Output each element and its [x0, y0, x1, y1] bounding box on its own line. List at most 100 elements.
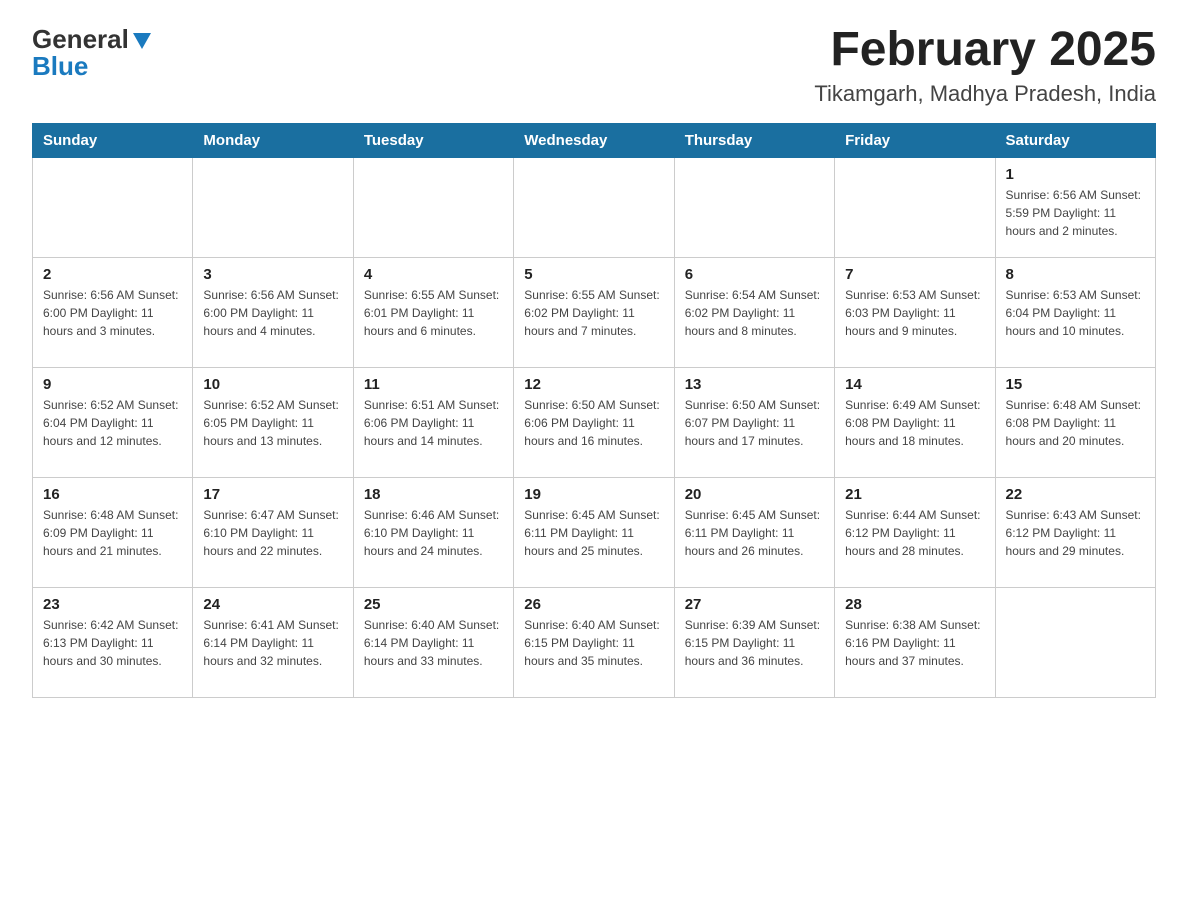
day-info: Sunrise: 6:51 AM Sunset: 6:06 PM Dayligh… — [364, 396, 503, 450]
calendar-week-5: 23 Sunrise: 6:42 AM Sunset: 6:13 PM Dayli… — [33, 587, 1156, 697]
day-info: Sunrise: 6:56 AM Sunset: 6:00 PM Dayligh… — [203, 286, 342, 340]
day-info: Sunrise: 6:50 AM Sunset: 6:06 PM Dayligh… — [524, 396, 663, 450]
day-info: Sunrise: 6:55 AM Sunset: 6:02 PM Dayligh… — [524, 286, 663, 340]
calendar-cell: 19Sunrise: 6:45 AM Sunset: 6:11 PM Dayli… — [514, 477, 674, 587]
day-number: 7 — [845, 266, 984, 283]
calendar-cell: 9 Sunrise: 6:52 AM Sunset: 6:04 PM Daylig… — [33, 367, 193, 477]
calendar-cell: 7 Sunrise: 6:53 AM Sunset: 6:03 PM Daylig… — [835, 257, 995, 367]
calendar-cell: 12 Sunrise: 6:50 AM Sunset: 6:06 PM Dayli… — [514, 367, 674, 477]
calendar-cell — [674, 157, 834, 257]
day-number: 18 — [364, 486, 503, 503]
day-headers-row: Sunday Monday Tuesday Wednesday Thursday… — [33, 123, 1156, 157]
day-number: 13 — [685, 376, 824, 393]
calendar-cell: 4Sunrise: 6:55 AM Sunset: 6:01 PM Daylig… — [353, 257, 513, 367]
day-info: Sunrise: 6:45 AM Sunset: 6:11 PM Dayligh… — [685, 506, 824, 560]
calendar-cell: 21Sunrise: 6:44 AM Sunset: 6:12 PM Dayli… — [835, 477, 995, 587]
header-wednesday: Wednesday — [514, 123, 674, 157]
day-info: Sunrise: 6:44 AM Sunset: 6:12 PM Dayligh… — [845, 506, 984, 560]
calendar-cell — [33, 157, 193, 257]
day-number: 23 — [43, 596, 182, 613]
day-number: 22 — [1006, 486, 1145, 503]
page-title: February 2025 — [814, 24, 1156, 77]
day-info: Sunrise: 6:56 AM Sunset: 6:00 PM Dayligh… — [43, 286, 182, 340]
calendar-cell: 20Sunrise: 6:45 AM Sunset: 6:11 PM Dayli… — [674, 477, 834, 587]
day-number: 11 — [364, 376, 503, 393]
day-info: Sunrise: 6:48 AM Sunset: 6:09 PM Dayligh… — [43, 506, 182, 560]
day-number: 16 — [43, 486, 182, 503]
day-info: Sunrise: 6:40 AM Sunset: 6:15 PM Dayligh… — [524, 616, 663, 670]
calendar-cell: 5 Sunrise: 6:55 AM Sunset: 6:02 PM Daylig… — [514, 257, 674, 367]
day-info: Sunrise: 6:56 AM Sunset: 5:59 PM Dayligh… — [1006, 186, 1145, 240]
day-info: Sunrise: 6:46 AM Sunset: 6:10 PM Dayligh… — [364, 506, 503, 560]
calendar-cell — [835, 157, 995, 257]
calendar-cell — [353, 157, 513, 257]
day-info: Sunrise: 6:49 AM Sunset: 6:08 PM Dayligh… — [845, 396, 984, 450]
day-info: Sunrise: 6:55 AM Sunset: 6:01 PM Dayligh… — [364, 286, 503, 340]
day-number: 5 — [524, 266, 663, 283]
day-info: Sunrise: 6:52 AM Sunset: 6:04 PM Dayligh… — [43, 396, 182, 450]
page-subtitle: Tikamgarh, Madhya Pradesh, India — [814, 81, 1156, 107]
day-info: Sunrise: 6:47 AM Sunset: 6:10 PM Dayligh… — [203, 506, 342, 560]
day-number: 8 — [1006, 266, 1145, 283]
day-number: 28 — [845, 596, 984, 613]
calendar-cell: 6 Sunrise: 6:54 AM Sunset: 6:02 PM Daylig… — [674, 257, 834, 367]
calendar-week-2: 2 Sunrise: 6:56 AM Sunset: 6:00 PM Daylig… — [33, 257, 1156, 367]
day-info: Sunrise: 6:42 AM Sunset: 6:13 PM Dayligh… — [43, 616, 182, 670]
header-tuesday: Tuesday — [353, 123, 513, 157]
calendar-cell: 13Sunrise: 6:50 AM Sunset: 6:07 PM Dayli… — [674, 367, 834, 477]
calendar-cell: 16 Sunrise: 6:48 AM Sunset: 6:09 PM Dayli… — [33, 477, 193, 587]
day-number: 24 — [203, 596, 342, 613]
day-info: Sunrise: 6:38 AM Sunset: 6:16 PM Dayligh… — [845, 616, 984, 670]
day-info: Sunrise: 6:40 AM Sunset: 6:14 PM Dayligh… — [364, 616, 503, 670]
calendar-cell — [514, 157, 674, 257]
day-number: 9 — [43, 376, 182, 393]
day-info: Sunrise: 6:41 AM Sunset: 6:14 PM Dayligh… — [203, 616, 342, 670]
calendar-body: 1 Sunrise: 6:56 AM Sunset: 5:59 PM Daylig… — [33, 157, 1156, 697]
day-number: 15 — [1006, 376, 1145, 393]
calendar-cell — [995, 587, 1155, 697]
day-number: 12 — [524, 376, 663, 393]
header-thursday: Thursday — [674, 123, 834, 157]
day-number: 6 — [685, 266, 824, 283]
calendar-cell: 25 Sunrise: 6:40 AM Sunset: 6:14 PM Dayli… — [353, 587, 513, 697]
calendar-week-4: 16 Sunrise: 6:48 AM Sunset: 6:09 PM Dayli… — [33, 477, 1156, 587]
day-number: 10 — [203, 376, 342, 393]
day-info: Sunrise: 6:54 AM Sunset: 6:02 PM Dayligh… — [685, 286, 824, 340]
header-saturday: Saturday — [995, 123, 1155, 157]
logo: General Blue — [32, 24, 153, 82]
day-info: Sunrise: 6:45 AM Sunset: 6:11 PM Dayligh… — [524, 506, 663, 560]
calendar-cell: 14 Sunrise: 6:49 AM Sunset: 6:08 PM Dayli… — [835, 367, 995, 477]
day-number: 2 — [43, 266, 182, 283]
calendar-header: Sunday Monday Tuesday Wednesday Thursday… — [33, 123, 1156, 157]
day-number: 14 — [845, 376, 984, 393]
calendar-cell: 28 Sunrise: 6:38 AM Sunset: 6:16 PM Dayli… — [835, 587, 995, 697]
calendar-cell: 10 Sunrise: 6:52 AM Sunset: 6:05 PM Dayli… — [193, 367, 353, 477]
header-monday: Monday — [193, 123, 353, 157]
day-info: Sunrise: 6:48 AM Sunset: 6:08 PM Dayligh… — [1006, 396, 1145, 450]
calendar-cell: 8 Sunrise: 6:53 AM Sunset: 6:04 PM Daylig… — [995, 257, 1155, 367]
day-number: 17 — [203, 486, 342, 503]
day-number: 3 — [203, 266, 342, 283]
day-number: 25 — [364, 596, 503, 613]
calendar-table: Sunday Monday Tuesday Wednesday Thursday… — [32, 123, 1156, 698]
day-info: Sunrise: 6:39 AM Sunset: 6:15 PM Dayligh… — [685, 616, 824, 670]
calendar-cell: 18 Sunrise: 6:46 AM Sunset: 6:10 PM Dayli… — [353, 477, 513, 587]
day-number: 27 — [685, 596, 824, 613]
day-info: Sunrise: 6:53 AM Sunset: 6:04 PM Dayligh… — [1006, 286, 1145, 340]
day-info: Sunrise: 6:43 AM Sunset: 6:12 PM Dayligh… — [1006, 506, 1145, 560]
calendar-week-3: 9 Sunrise: 6:52 AM Sunset: 6:04 PM Daylig… — [33, 367, 1156, 477]
day-info: Sunrise: 6:53 AM Sunset: 6:03 PM Dayligh… — [845, 286, 984, 340]
calendar-cell: 17 Sunrise: 6:47 AM Sunset: 6:10 PM Dayli… — [193, 477, 353, 587]
calendar-cell: 27 Sunrise: 6:39 AM Sunset: 6:15 PM Dayli… — [674, 587, 834, 697]
day-info: Sunrise: 6:52 AM Sunset: 6:05 PM Dayligh… — [203, 396, 342, 450]
calendar-cell: 26Sunrise: 6:40 AM Sunset: 6:15 PM Dayli… — [514, 587, 674, 697]
logo-triangle-icon — [131, 29, 153, 51]
calendar-cell: 1 Sunrise: 6:56 AM Sunset: 5:59 PM Daylig… — [995, 157, 1155, 257]
calendar-week-1: 1 Sunrise: 6:56 AM Sunset: 5:59 PM Daylig… — [33, 157, 1156, 257]
day-number: 1 — [1006, 166, 1145, 183]
calendar-cell: 15 Sunrise: 6:48 AM Sunset: 6:08 PM Dayli… — [995, 367, 1155, 477]
header-sunday: Sunday — [33, 123, 193, 157]
calendar-cell: 11 Sunrise: 6:51 AM Sunset: 6:06 PM Dayli… — [353, 367, 513, 477]
calendar-cell — [193, 157, 353, 257]
calendar-cell: 2 Sunrise: 6:56 AM Sunset: 6:00 PM Daylig… — [33, 257, 193, 367]
